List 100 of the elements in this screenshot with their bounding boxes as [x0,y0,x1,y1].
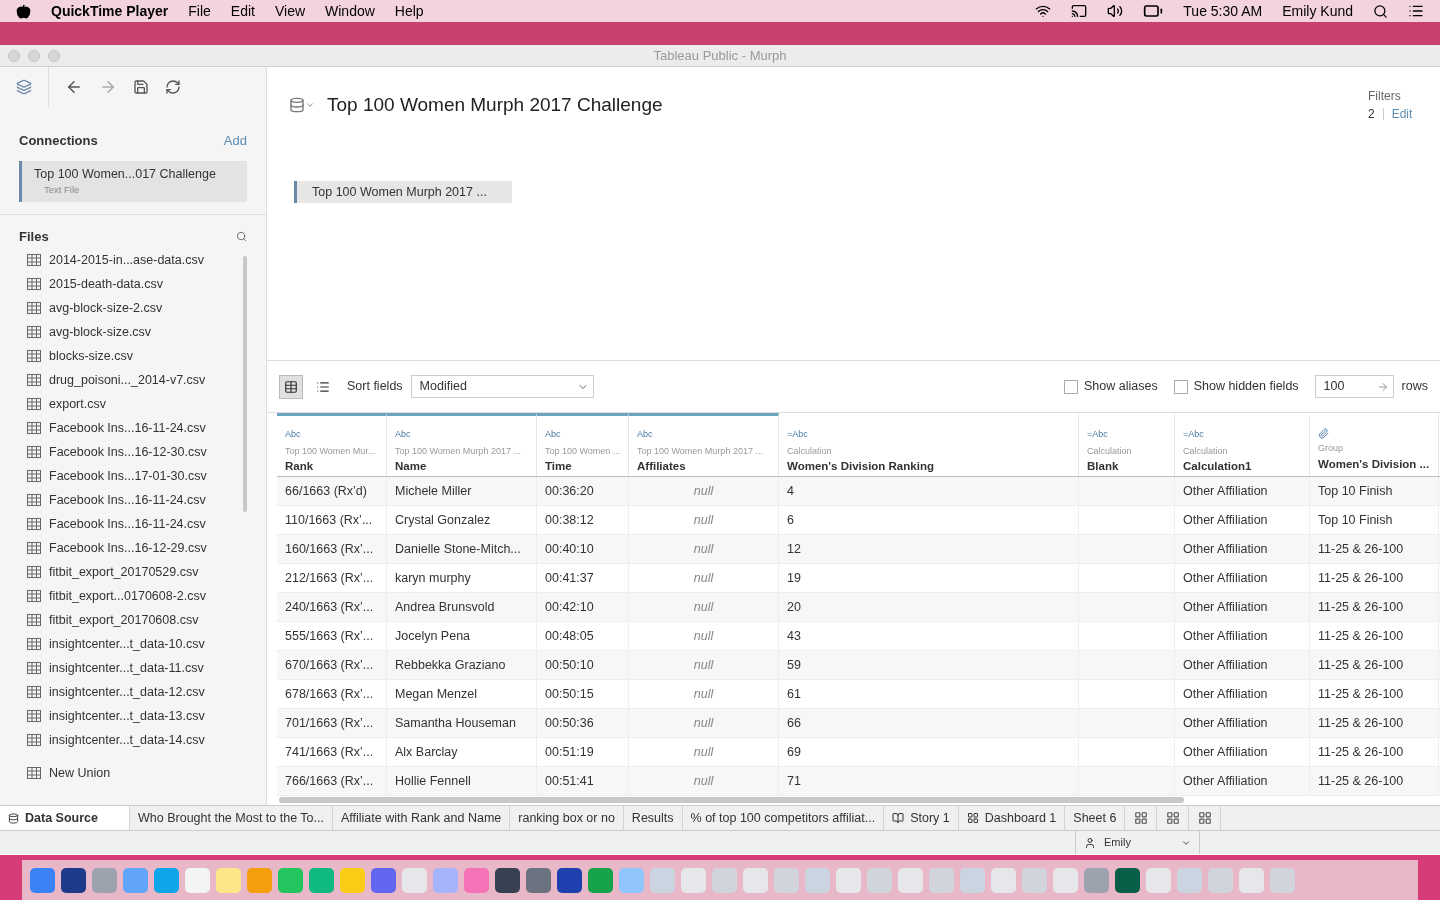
user-dropdown[interactable]: Emily [1075,831,1200,854]
csv-entry[interactable]: 2014-2015-in...ase-data.csv [19,248,243,272]
table-icon [27,566,41,578]
add-connection-link[interactable]: Add [223,131,247,151]
csv-entry[interactable]: 2015-death-data.csv [19,272,243,296]
connection-name: Top 100 Women...017 Challenge [34,165,217,183]
new-union-item[interactable]: New Union [19,764,247,783]
table-icon [27,614,41,626]
menu-icon[interactable] [1408,3,1424,19]
table-cell-text: 11-25 & 26-100 [1318,627,1404,645]
menu-item[interactable]: Edit [230,0,255,22]
column-name: Time [545,459,573,474]
dock-app-icon[interactable] [557,867,582,893]
column-header[interactable]: =Abc Calculation Women's Division Ranking [779,413,1079,476]
table-cell-text: Other Affiliation [1183,656,1268,674]
dock-app-icon[interactable] [1115,867,1140,893]
csv-entry[interactable]: insightcenter...t_data-14.csv [19,728,243,752]
table-icon [27,590,41,602]
csv-entry[interactable]: export.csv [19,392,243,416]
sheet-tab[interactable]: Data Source [0,806,130,830]
table-cell-text: null [693,540,714,558]
csv-entry[interactable]: blocks-size.csv [19,344,243,368]
table-cell-text: Danielle Stone-Mitch... [395,540,521,558]
window-control[interactable] [8,49,20,62]
table-chip[interactable]: Top 100 Women Murph 2017 ... [294,181,512,203]
airplay-icon[interactable] [1071,3,1088,19]
csv-entry[interactable]: insightcenter...t_data-13.csv [19,704,243,728]
table-cell-text: 20 [787,598,801,616]
connection-item[interactable]: Top 100 Women...017 Challenge Text File [19,160,247,202]
dock-app-icon[interactable] [371,867,396,893]
column-header[interactable]: Group Women's Division ... [1310,413,1439,476]
column-name: Calculation1 [1183,459,1253,474]
edit-filters-link[interactable]: Edit [1391,105,1413,123]
csv-entry[interactable]: Facebook Ins...16-11-24.csv [19,512,243,536]
column-header[interactable]: =Abc Calculation Calculation1 [1175,413,1310,476]
table-cell-text: Hollie Fennell [395,772,471,790]
csv-entry[interactable]: Facebook Ins...17-01-30.csv [19,464,243,488]
table-cell-text: 00:48:05 [545,627,594,645]
grid-view-button[interactable] [279,374,303,399]
csv-entry[interactable]: insightcenter...t_data-12.csv [19,680,243,704]
csv-entry[interactable]: Facebook Ins...16-12-30.csv [19,440,243,464]
table-cell-text: 240/1663 (Rx’... [285,598,374,616]
table-icon [27,710,41,722]
column-name: Name [395,459,428,474]
csv-entry[interactable]: fitbit_export_20170529.csv [19,560,243,584]
table-cell-text: 11-25 & 26-100 [1318,714,1404,732]
menu-item[interactable]: File [188,0,211,22]
sort-fields-dropdown[interactable]: Modified [410,375,594,398]
connection-type: Text File [43,183,81,198]
table-icon [27,686,41,698]
csv-entry[interactable]: avg-block-size.csv [19,320,243,344]
table-cell-text: null [693,743,714,761]
database-dropdown[interactable] [289,97,315,113]
csv-entry[interactable]: Facebook Ins...16-12-29.csv [19,536,243,560]
table-cell-text: null [693,598,714,616]
column-origin: Calculation [787,444,833,458]
menu-clock[interactable]: Tue 5:30 AM [1183,0,1263,22]
table-cell-text: Andrea Brunsvold [395,598,495,616]
filters-label: Filters [1368,88,1402,105]
dock-app-icon[interactable] [526,867,551,893]
csv-entry[interactable]: fitbit_export_20170608.csv [19,608,243,632]
table-cell-text: 69 [787,743,801,761]
volume-icon[interactable] [1107,3,1124,19]
csv-entry[interactable]: fitbit_export...0170608-2.csv [19,584,243,608]
csv-entry[interactable]: insightcenter...t_data-11.csv [19,656,243,680]
table-cell-text: null [693,569,714,587]
table-icon [27,518,41,530]
window-control[interactable] [28,49,40,62]
table-cell-text: 00:36:20 [545,482,594,500]
rows-count-field[interactable]: 100 [1314,375,1394,398]
menu-item[interactable]: View [274,0,306,22]
data-source-title[interactable]: Top 100 Women Murph 2017 Challenge [327,90,663,120]
table-cell-text: 12 [787,540,801,558]
wifi-icon[interactable] [1035,3,1052,19]
menu-user[interactable]: Emily Kund [1282,0,1353,22]
table-cell-text: 11-25 & 26-100 [1318,772,1404,790]
apple-logo-icon[interactable] [16,3,31,19]
column-header[interactable]: =Abc Calculation Blank [1079,413,1175,476]
csv-entry[interactable]: Facebook Ins...16-11-24.csv [19,488,243,512]
csv-entry[interactable]: drug_poisoni..._2014-v7.csv [19,368,243,392]
menu-item[interactable]: Help [394,0,424,22]
dock-app-icon[interactable] [61,867,86,893]
csv-entry[interactable]: avg-block-size-2.csv [19,296,243,320]
table-cell-text: 670/1663 (Rx’... [285,656,374,674]
search-icon[interactable] [1373,3,1388,19]
menu-item[interactable]: Window [325,0,375,22]
table-cell-text: Other Affiliation [1183,714,1268,732]
table-cell-text: 11-25 & 26-100 [1318,685,1404,703]
refresh-icon[interactable] [165,78,181,95]
scrollbar[interactable] [243,256,247,512]
save-icon[interactable] [133,78,149,95]
horizontal-scrollbar[interactable] [279,797,1184,803]
checkbox[interactable] [1173,379,1188,394]
csv-entry[interactable]: insightcenter...t_data-10.csv [19,632,243,656]
dock-app-icon[interactable] [495,867,520,893]
window-control[interactable] [48,49,60,62]
checkbox[interactable] [1064,379,1078,394]
app-name[interactable]: QuickTime Player [51,0,169,22]
csv-entry[interactable]: Facebook Ins...16-11-24.csv [19,416,243,440]
table-icon [27,446,41,458]
